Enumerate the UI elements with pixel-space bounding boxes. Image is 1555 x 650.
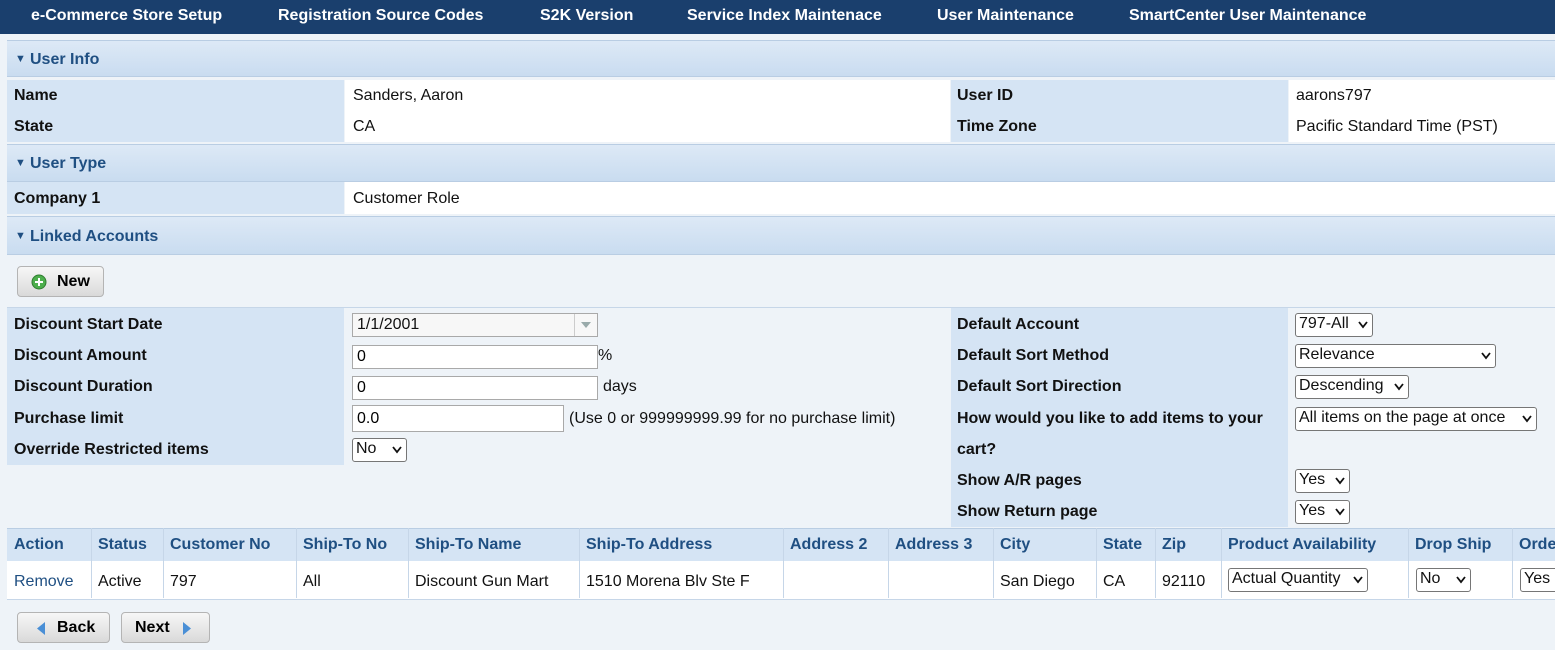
cell-ship-to-no: All <box>303 573 321 590</box>
discount-duration-input[interactable] <box>352 376 598 400</box>
default-account-label: Default Account <box>957 316 1080 333</box>
new-button-label: New <box>57 273 90 290</box>
arrow-right-icon <box>183 622 191 635</box>
discount-amount-input[interactable] <box>352 345 598 369</box>
show-ar-pages-select[interactable]: Yes <box>1295 469 1350 493</box>
add-items-select[interactable]: All items on the page at once <box>1295 407 1537 431</box>
override-restricted-select[interactable]: No <box>352 438 407 462</box>
purchase-limit-input[interactable] <box>352 405 564 432</box>
chevron-down-icon <box>1522 415 1532 423</box>
default-sort-method-select[interactable]: Relevance <box>1295 344 1496 368</box>
company-label: Company 1 <box>14 190 101 207</box>
section-title: User Type <box>30 155 107 172</box>
default-account-select[interactable]: 797-All <box>1295 313 1373 337</box>
caret-down-icon: ▼ <box>15 157 26 169</box>
col-header-address-2[interactable]: Address 2 <box>790 536 867 554</box>
discount-duration-label: Discount Duration <box>14 378 153 395</box>
name-value: Sanders, Aaron <box>353 87 464 104</box>
show-return-page-select[interactable]: Yes <box>1295 500 1350 524</box>
col-header-address-3[interactable]: Address 3 <box>895 536 972 554</box>
calendar-dropdown-icon[interactable] <box>574 314 597 336</box>
discount-amount-label: Discount Amount <box>14 347 147 364</box>
col-header-city[interactable]: City <box>1000 536 1030 554</box>
cell-zip: 92110 <box>1162 573 1206 590</box>
drop-ship-select[interactable]: No <box>1416 568 1471 592</box>
back-button[interactable]: Back <box>17 612 110 643</box>
percent-unit: % <box>598 347 613 364</box>
chevron-down-icon <box>1481 352 1491 360</box>
purchase-limit-hint: (Use 0 or 999999999.99 for no purchase l… <box>569 410 896 427</box>
col-header-product-availability[interactable]: Product Availability <box>1228 536 1376 554</box>
section-header-linked-accounts[interactable]: ▼ Linked Accounts <box>7 216 1555 255</box>
default-sort-direction-select[interactable]: Descending <box>1295 375 1409 399</box>
discount-start-date-label: Discount Start Date <box>14 316 163 333</box>
cell-state: CA <box>1103 573 1126 590</box>
col-header-customer-no[interactable]: Customer No <box>170 536 270 554</box>
add-items-label: How would you like to add items to your <box>957 410 1263 427</box>
col-header-order[interactable]: Orde <box>1519 536 1555 554</box>
col-header-ship-to-address[interactable]: Ship-To Address <box>586 536 712 554</box>
new-button[interactable]: New <box>17 266 104 297</box>
purchase-limit-label: Purchase limit <box>14 410 124 427</box>
nav-smartcenter-user-maintenance[interactable]: SmartCenter User Maintenance <box>1129 7 1366 25</box>
caret-down-icon: ▼ <box>15 230 26 242</box>
default-sort-method-label: Default Sort Method <box>957 347 1109 364</box>
order-select[interactable]: Yes <box>1520 568 1555 592</box>
add-items-label-cont: cart? <box>957 441 997 458</box>
cell-status: Active <box>98 573 142 590</box>
plus-circle-icon <box>31 274 47 290</box>
cell-ship-to-name: Discount Gun Mart <box>415 573 549 590</box>
nav-user-maintenance[interactable]: User Maintenance <box>937 7 1074 25</box>
chevron-down-icon <box>1394 383 1404 391</box>
arrow-left-icon <box>37 622 45 635</box>
override-restricted-label: Override Restricted items <box>14 441 209 458</box>
cell-city: San Diego <box>1000 573 1075 590</box>
user-id-value: aarons797 <box>1296 87 1372 104</box>
name-label: Name <box>14 87 58 104</box>
state-value: CA <box>353 118 376 135</box>
section-title: Linked Accounts <box>30 228 159 245</box>
section-header-user-type[interactable]: ▼ User Type <box>7 144 1555 182</box>
user-id-label: User ID <box>957 87 1014 104</box>
section-title: User Info <box>30 51 100 68</box>
caret-down-icon: ▼ <box>15 53 26 65</box>
top-nav-bar: e-Commerce Store Setup Registration Sour… <box>0 0 1555 34</box>
col-header-status[interactable]: Status <box>98 536 147 554</box>
section-header-user-info[interactable]: ▼ User Info <box>7 40 1555 77</box>
col-header-drop-ship[interactable]: Drop Ship <box>1415 536 1491 554</box>
remove-link[interactable]: Remove <box>14 573 74 591</box>
nav-s2k-version[interactable]: S2K Version <box>540 7 633 25</box>
col-header-zip[interactable]: Zip <box>1162 536 1186 554</box>
table-row: Remove Active 797 All Discount Gun Mart … <box>7 561 1555 600</box>
footer-bar: Back Next <box>7 600 1555 650</box>
main-content: ▼ User Info Name Sanders, Aaron User ID … <box>7 40 1555 650</box>
state-label: State <box>14 118 54 135</box>
discount-start-date-field[interactable]: 1/1/2001 <box>352 313 598 337</box>
product-availability-select[interactable]: Actual Quantity <box>1228 568 1368 592</box>
chevron-down-icon <box>1358 321 1368 329</box>
show-ar-pages-label: Show A/R pages <box>957 472 1082 489</box>
nav-service-index-maintenance[interactable]: Service Index Maintenace <box>687 7 882 25</box>
nav-registration-source-codes[interactable]: Registration Source Codes <box>278 7 483 25</box>
linked-accounts-table-header: Action Status Customer No Ship-To No Shi… <box>7 528 1555 562</box>
chevron-down-icon <box>1335 477 1345 485</box>
company-value: Customer Role <box>353 190 460 207</box>
chevron-down-icon <box>1353 576 1363 584</box>
time-zone-value: Pacific Standard Time (PST) <box>1296 118 1498 135</box>
show-return-page-label: Show Return page <box>957 503 1098 520</box>
chevron-down-icon <box>1335 508 1345 516</box>
col-header-action[interactable]: Action <box>14 536 64 554</box>
col-header-ship-to-name[interactable]: Ship-To Name <box>415 536 521 554</box>
time-zone-label: Time Zone <box>957 118 1037 135</box>
default-sort-direction-label: Default Sort Direction <box>957 378 1122 395</box>
next-button[interactable]: Next <box>121 612 210 643</box>
chevron-down-icon <box>1456 576 1466 584</box>
col-header-state[interactable]: State <box>1103 536 1142 554</box>
cell-customer-no: 797 <box>170 573 197 590</box>
chevron-down-icon <box>392 446 402 454</box>
nav-ecommerce-store-setup[interactable]: e-Commerce Store Setup <box>31 7 222 25</box>
col-header-ship-to-no[interactable]: Ship-To No <box>303 536 387 554</box>
cell-ship-to-address: 1510 Morena Blv Ste F <box>586 573 750 590</box>
days-unit: days <box>603 378 637 395</box>
